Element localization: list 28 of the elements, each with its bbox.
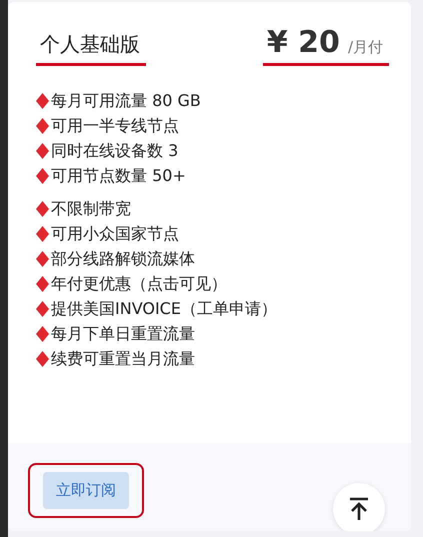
feature-text: 续费可重置当月流量 — [51, 348, 195, 370]
feature-text: 年付更优惠（点击可见） — [51, 273, 227, 295]
feature-text: 部分线路解锁流媒体 — [51, 248, 195, 270]
plan-name: 个人基础版 — [36, 29, 146, 66]
feature-text: 可用一半专线节点 — [51, 115, 179, 137]
diamond-icon — [36, 226, 49, 242]
feature-text: 可用节点数量 50+ — [51, 165, 186, 187]
diamond-icon — [36, 250, 49, 266]
feature-text: 同时在线设备数 3 — [51, 140, 178, 162]
diamond-icon — [36, 92, 49, 108]
diamond-icon — [36, 142, 49, 158]
back-to-top-button[interactable] — [333, 483, 385, 531]
diamond-icon — [36, 168, 49, 184]
diamond-icon — [36, 350, 49, 366]
diamond-icon — [36, 118, 49, 134]
subscribe-button[interactable]: 立即订阅 — [43, 472, 129, 508]
price: ¥ 20 — [266, 26, 340, 59]
billing-period: /月付 — [348, 37, 383, 58]
diamond-icon — [36, 200, 49, 216]
diamond-icon — [36, 276, 49, 292]
diamond-icon — [36, 300, 49, 316]
back-to-top-icon — [348, 497, 370, 521]
diamond-icon — [36, 326, 49, 342]
feature-text: 不限制带宽 — [51, 198, 131, 220]
feature-text: 可用小众国家节点 — [51, 223, 179, 245]
feature-text: 提供美国INVOICE（工单申请） — [51, 298, 277, 320]
feature-text: 每月下单日重置流量 — [51, 323, 195, 345]
feature-text: 每月可用流量 80 GB — [51, 90, 201, 112]
